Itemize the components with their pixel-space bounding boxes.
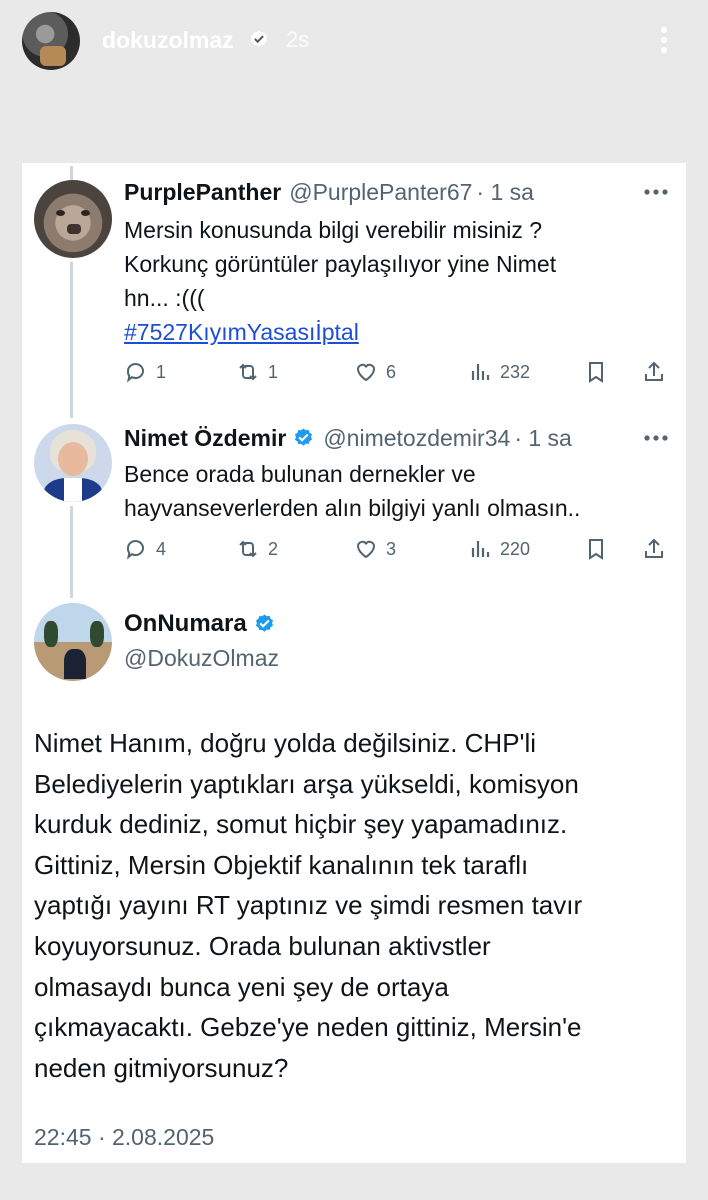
reply-count: 1 xyxy=(156,361,167,382)
text-line: koyuyorsunuz. Orada bulunan aktivstler xyxy=(34,930,491,961)
reply-button[interactable]: 4 xyxy=(124,537,166,561)
like-button[interactable]: 3 xyxy=(354,537,396,561)
story-header: dokuzolmaz 2s xyxy=(0,0,708,80)
text-line: hayvanseverlerden alın bilgiyi yanlı olm… xyxy=(124,495,581,521)
text-line: hn... :((( xyxy=(124,285,205,311)
thread-line xyxy=(70,262,73,418)
views-button[interactable]: 232 xyxy=(468,360,530,384)
more-options-icon[interactable] xyxy=(643,433,669,443)
bookmark-button[interactable] xyxy=(584,360,608,384)
main-tweet-author: OnNumara xyxy=(124,610,276,638)
reply-button[interactable]: 1 xyxy=(124,360,166,384)
views-icon xyxy=(471,541,490,557)
story-username[interactable]: dokuzolmaz xyxy=(102,27,234,54)
text-line: olmasaydı bunca yeni şey de ortaya xyxy=(34,971,449,1002)
share-icon xyxy=(645,361,663,381)
text-line: Korkunç görüntüler paylaşılıyor yine Nim… xyxy=(124,251,557,277)
retweet-button[interactable]: 1 xyxy=(236,360,278,384)
like-count: 3 xyxy=(386,538,397,559)
handle[interactable]: @PurplePanter67 xyxy=(289,179,472,206)
avatar[interactable] xyxy=(34,180,112,258)
text-line: neden gitmiyorsunuz? xyxy=(34,1052,289,1083)
hashtag-link[interactable]: #7527KıyımYasasıİptal xyxy=(124,315,556,349)
tweet-timestamp[interactable]: 22:45 · 2.08.2025 xyxy=(34,1124,214,1151)
display-name[interactable]: PurplePanther xyxy=(124,179,281,206)
tweet-time: · 1 sa xyxy=(514,425,572,451)
views-icon xyxy=(471,364,490,380)
thread-line xyxy=(70,166,73,180)
retweet-count: 1 xyxy=(268,361,279,382)
bookmark-icon xyxy=(589,362,603,383)
tweet-header: PurplePanther @PurplePanter67 · 1 sa xyxy=(124,179,534,206)
reply-count: 4 xyxy=(156,538,167,559)
display-name[interactable]: OnNumara xyxy=(124,610,247,638)
main-tweet-text: Nimet Hanım, doğru yolda değilsiniz. CHP… xyxy=(34,723,674,1088)
views-button[interactable]: 220 xyxy=(468,537,530,561)
text-line: kurduk dediniz, somut hiçbir şey yapamad… xyxy=(34,809,568,840)
share-button[interactable] xyxy=(642,360,666,384)
retweet-button[interactable]: 2 xyxy=(236,537,278,561)
text-line: yaptığı yayını RT yaptınız ve şimdi resm… xyxy=(34,890,583,921)
tweet-actions: 4 2 3 220 xyxy=(124,537,684,565)
share-icon xyxy=(645,538,663,558)
text-line: çıkmayacaktı. Gebze'ye neden gittiniz, M… xyxy=(34,1012,582,1043)
tweet-actions: 1 1 6 232 xyxy=(124,360,684,388)
bookmark-button[interactable] xyxy=(584,537,608,561)
avatar[interactable] xyxy=(34,424,112,502)
verified-icon xyxy=(255,613,273,632)
tweet-time: · 1 sa xyxy=(476,179,534,205)
heart-icon xyxy=(356,363,376,382)
tweet-text: Bence orada bulunan dernekler ve hayvans… xyxy=(124,457,580,525)
tweet-header: Nimet Özdemir @nimetozdemir34 · 1 sa xyxy=(124,425,572,452)
text-line: Bence orada bulunan dernekler ve xyxy=(124,461,476,487)
text-line: Gittiniz, Mersin Objektif kanalının tek … xyxy=(34,849,529,880)
views-count: 232 xyxy=(500,361,531,382)
avatar[interactable] xyxy=(34,603,112,681)
heart-icon xyxy=(356,540,376,559)
display-name[interactable]: Nimet Özdemir xyxy=(124,425,286,452)
retweet-count: 2 xyxy=(268,538,279,559)
story-avatar[interactable] xyxy=(22,12,80,70)
reply-icon xyxy=(126,540,144,560)
story-time: 2s xyxy=(286,27,310,52)
retweet-icon xyxy=(239,540,257,558)
views-count: 220 xyxy=(500,538,531,559)
more-options-icon[interactable] xyxy=(643,187,669,197)
tweet-text: Mersin konusunda bilgi verebilir misiniz… xyxy=(124,213,556,349)
verified-icon xyxy=(295,428,313,446)
handle[interactable]: @nimetozdemir34 xyxy=(323,425,510,452)
handle[interactable]: @DokuzOlmaz xyxy=(124,645,279,672)
reply-icon xyxy=(126,363,144,383)
text-line: Mersin konusunda bilgi verebilir misiniz… xyxy=(124,217,543,243)
like-button[interactable]: 6 xyxy=(354,360,396,384)
bookmark-icon xyxy=(589,539,603,560)
thread-line xyxy=(70,506,73,598)
share-button[interactable] xyxy=(642,537,666,561)
like-count: 6 xyxy=(386,361,397,382)
text-line: Nimet Hanım, doğru yolda değilsiniz. CHP… xyxy=(34,728,537,758)
verified-icon xyxy=(250,30,268,47)
text-line: Belediyelerin yaptıkları arşa yükseldi, … xyxy=(34,768,579,799)
more-options-icon[interactable] xyxy=(652,24,676,56)
retweet-icon xyxy=(239,363,257,381)
